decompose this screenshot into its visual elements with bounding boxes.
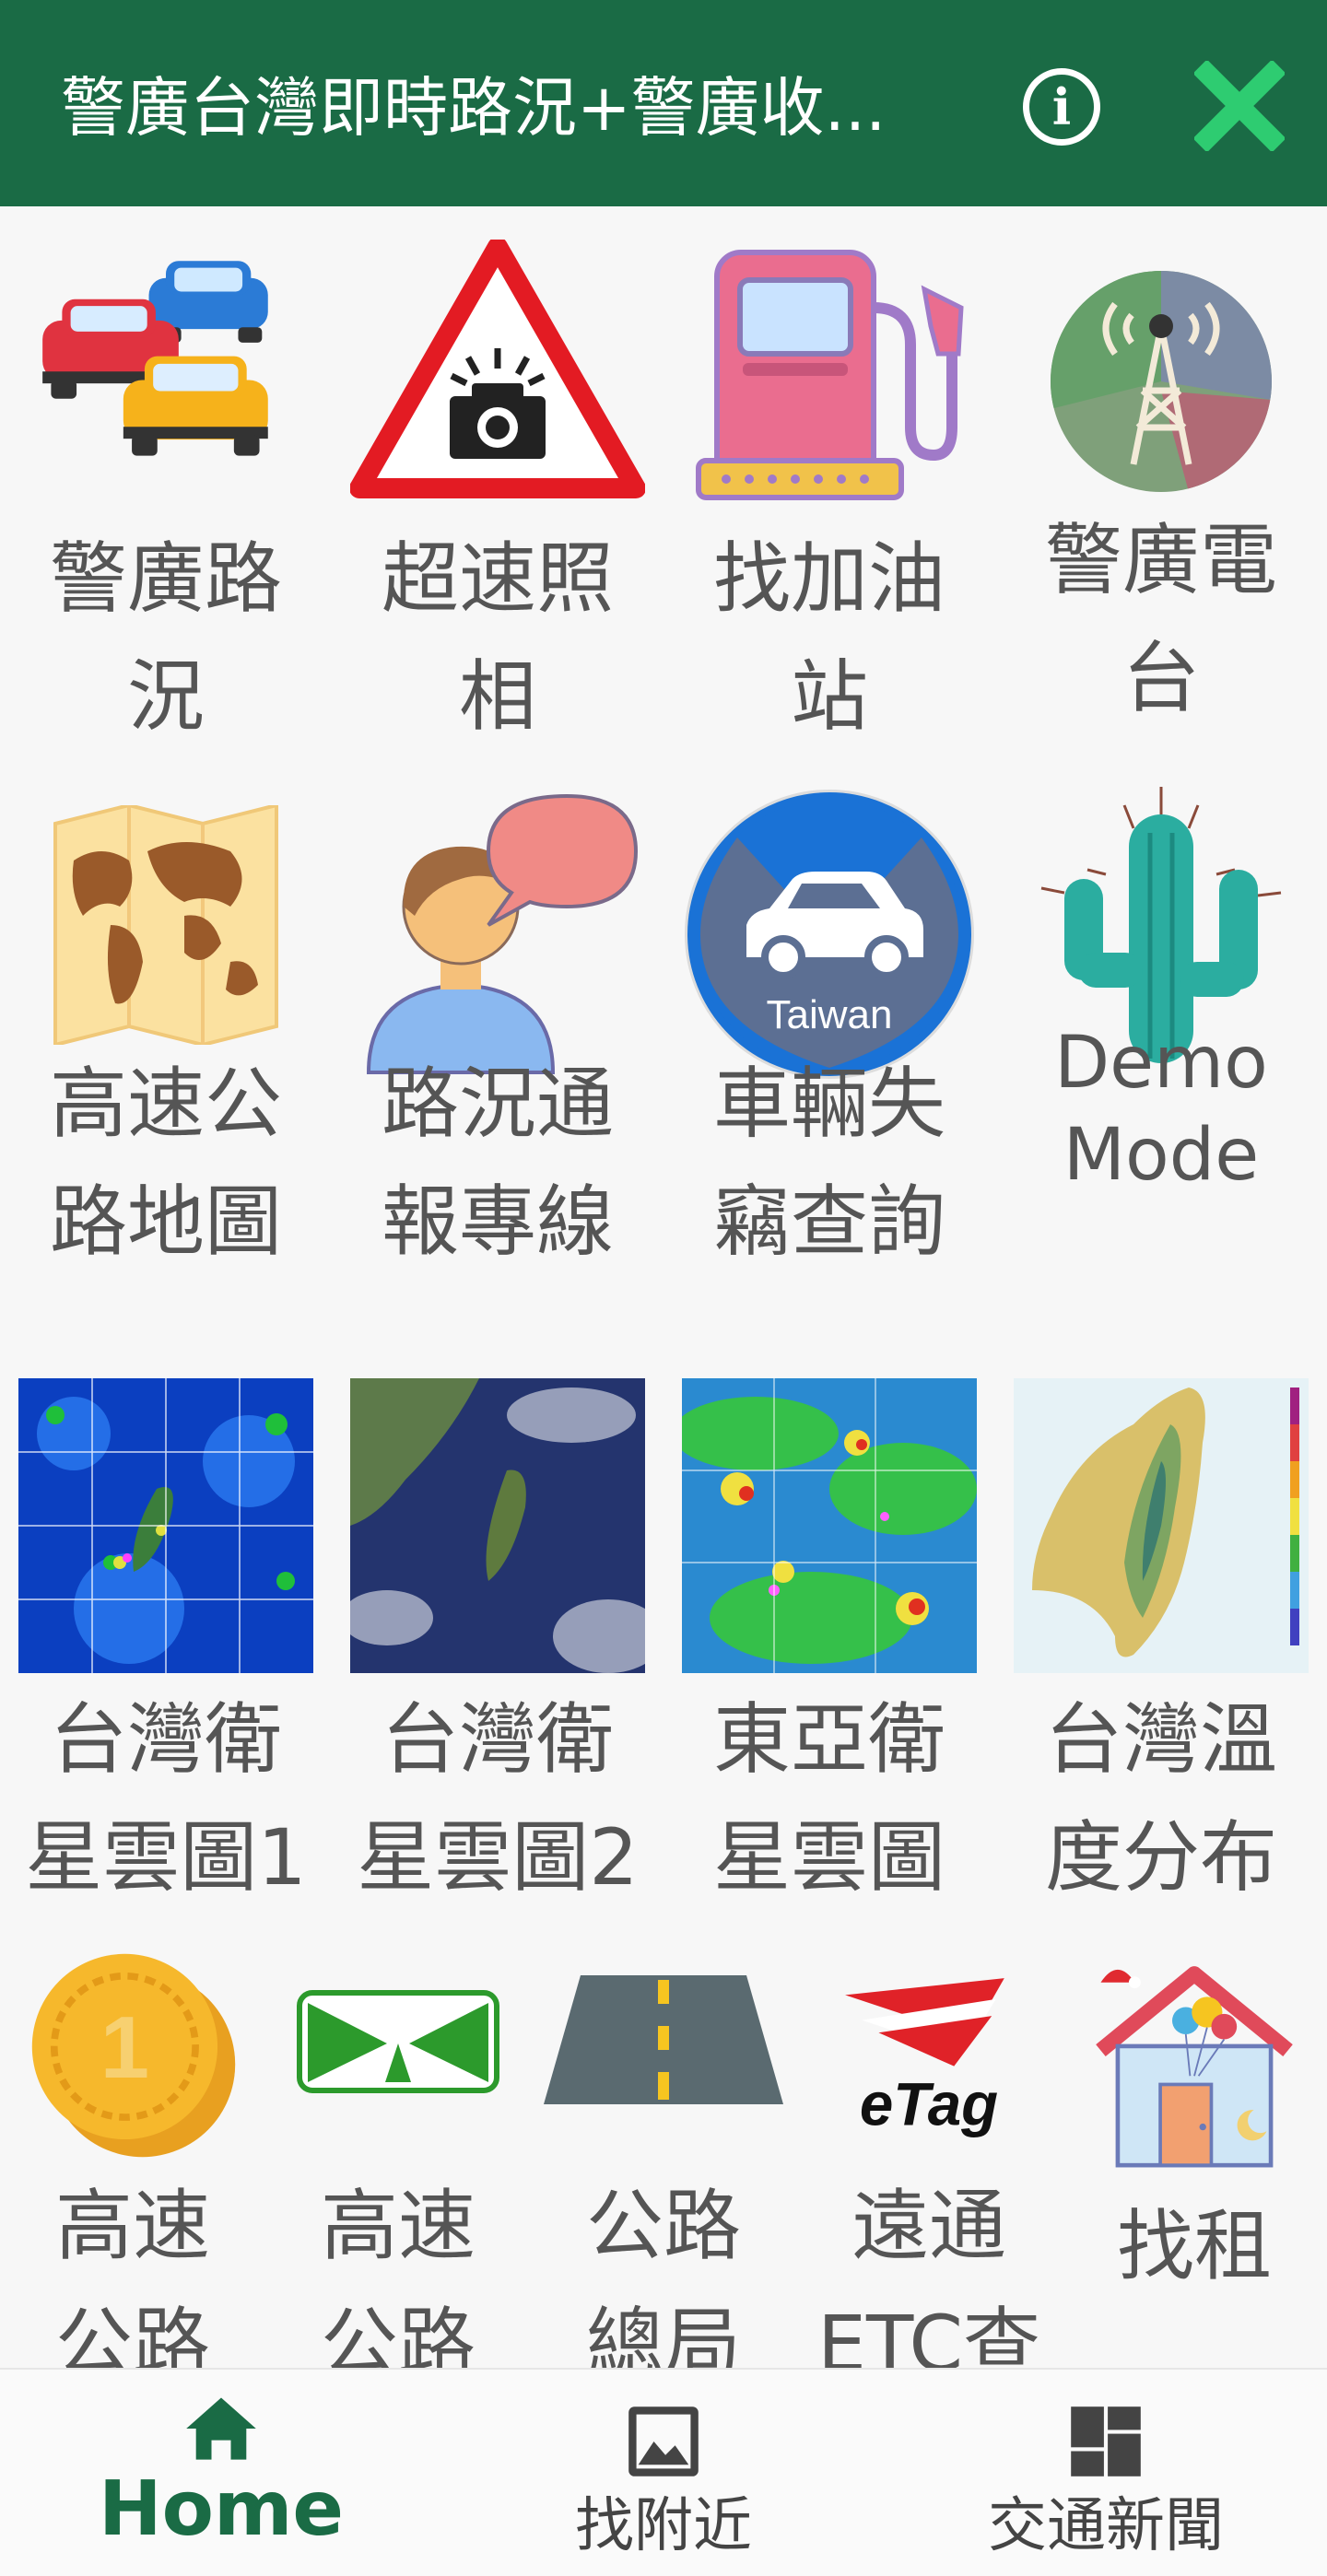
nav-home-label: Home [98, 2465, 345, 2553]
tile-highway-bureau[interactable]: 公路 總局 [531, 1938, 796, 2368]
tile-label: 台灣衛 星雲圖1 [25, 1694, 307, 1903]
tile-taiwan-temperature[interactable]: 台灣溫 度分布 [995, 1376, 1327, 1948]
satellite-image-2 [350, 1378, 645, 1673]
nav-traffic-news-label: 交通新聞 [988, 2492, 1224, 2560]
freeway-sign-icon [297, 1990, 499, 2093]
tile-label: 警廣路況 [49, 533, 282, 742]
app-grid: 警廣路況 超速照相 找加油站 警廣電 台 高速公 路地圖 路況通 報專線 Tai… [0, 206, 1327, 2368]
tile-label: 高速 公路 [54, 2181, 210, 2368]
app-bar: 警廣台灣即時路況+警廣收... i [0, 0, 1327, 206]
house-icon [1096, 1966, 1293, 2168]
tile-etc-query[interactable]: eTag 遠通 ETC查 [796, 1938, 1062, 2368]
speed-camera-warning-icon [350, 240, 645, 498]
east-asia-satellite-image [682, 1378, 977, 1673]
tile-label: 公路 總局 [585, 2181, 741, 2368]
info-icon[interactable]: i [1023, 68, 1100, 146]
tile-label: Demo Mode [1054, 1022, 1268, 1197]
tile-label: 車輛失 竊查詢 [712, 1059, 945, 1267]
tile-freeway-1[interactable]: 1 高速 公路 [0, 1938, 265, 2368]
image-icon [628, 2406, 699, 2476]
tile-police-radio[interactable]: 警廣電台 [995, 206, 1327, 778]
tile-label: 高速 公路 [320, 2181, 476, 2368]
close-icon[interactable] [1194, 61, 1285, 151]
tile-label: 找加油站 [712, 533, 945, 742]
tile-traffic-report[interactable]: 警廣路況 [0, 206, 332, 778]
map-icon [53, 805, 278, 1045]
tile-label: 台灣溫 度分布 [1044, 1694, 1277, 1903]
tile-taiwan-satellite-2[interactable]: 台灣衛 星雲圖2 [332, 1376, 664, 1948]
tile-label: 找租 [1116, 2201, 1272, 2291]
home-icon [186, 2397, 256, 2460]
traffic-cars-icon [42, 261, 268, 456]
tile-label: 路況通 報專線 [381, 1059, 614, 1267]
gold-coin-icon: 1 [31, 1953, 236, 2158]
nav-nearby-label: 找附近 [575, 2492, 752, 2560]
page-title: 警廣台灣即時路況+警廣收... [61, 70, 887, 146]
nav-home[interactable]: Home [55, 2370, 387, 2576]
bottom-navigation: Home 找附近 交通新聞 [0, 2368, 1327, 2576]
gas-pump-icon [696, 250, 964, 500]
satellite-image-1 [18, 1378, 313, 1673]
tile-speed-camera[interactable]: 超速照相 [332, 206, 664, 778]
nav-nearby[interactable]: 找附近 [498, 2370, 829, 2576]
radio-tower-icon [1051, 271, 1272, 492]
tile-label: 高速公 路地圖 [49, 1059, 282, 1267]
taiwan-badge-text: Taiwan [767, 992, 893, 1037]
tile-label: 東亞衛 星雲圖 [712, 1694, 945, 1903]
dashboard-icon [1071, 2406, 1141, 2476]
tile-label: 超速照相 [381, 533, 614, 742]
tile-east-asia-satellite[interactable]: 東亞衛 星雲圖 [664, 1376, 995, 1948]
etag-logo-text: eTag [860, 2070, 998, 2137]
temperature-map-image [1014, 1378, 1309, 1673]
tile-label: 台灣衛 星雲圖2 [357, 1694, 639, 1903]
svg-text:1: 1 [100, 1998, 149, 2097]
nav-traffic-news[interactable]: 交通新聞 [940, 2370, 1272, 2576]
tile-label: 警廣電台 [1044, 515, 1277, 723]
car-taiwan-badge-icon: Taiwan [685, 790, 974, 1079]
person-speech-icon [366, 793, 639, 1074]
tile-label: 遠通 ETC查 [816, 2181, 1041, 2368]
tile-freeway-2[interactable]: 高速 公路 [265, 1938, 531, 2368]
road-icon [544, 1975, 783, 2104]
tile-find-rental[interactable]: 找租 [1062, 1938, 1327, 2368]
tile-gas-station[interactable]: 找加油站 [664, 206, 995, 778]
etag-logo-icon: eTag [845, 1978, 1004, 2137]
tile-taiwan-satellite-1[interactable]: 台灣衛 星雲圖1 [0, 1376, 332, 1948]
